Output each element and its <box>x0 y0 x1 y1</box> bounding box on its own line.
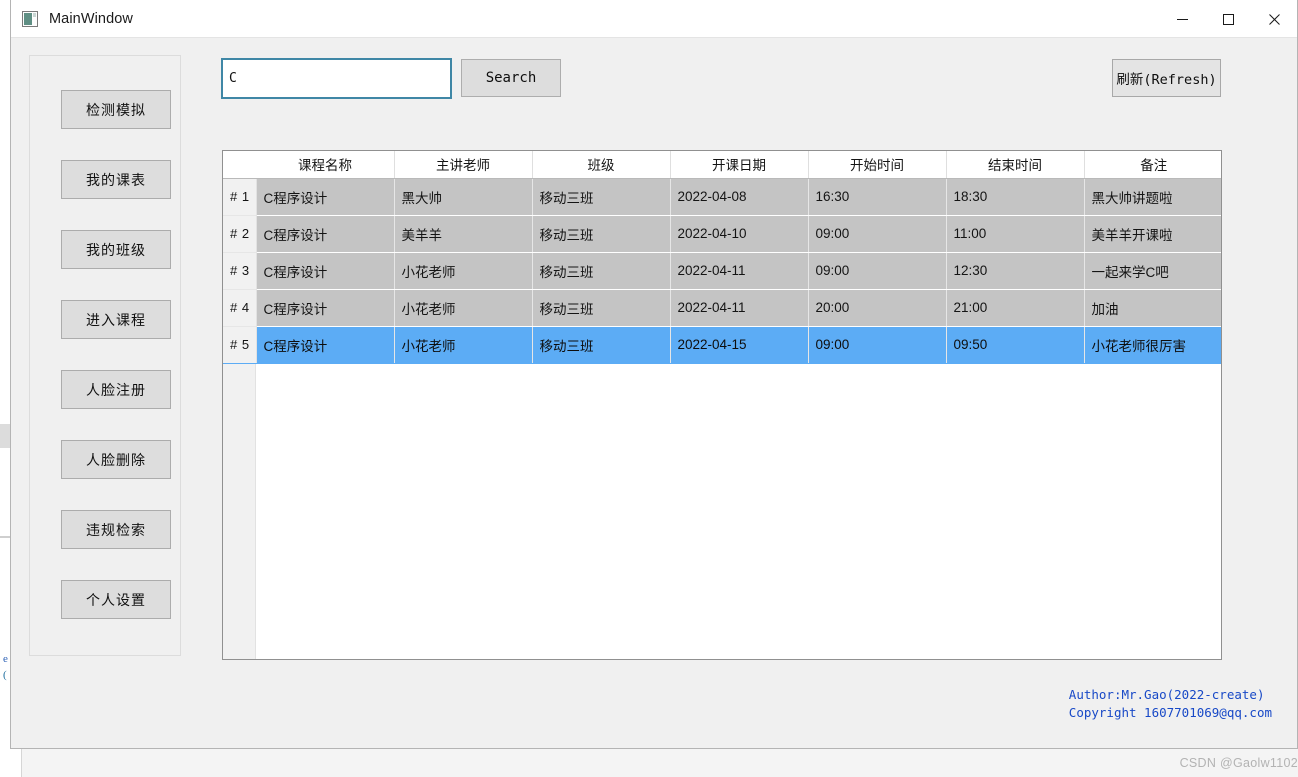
cell-start-time[interactable]: 09:00 <box>808 252 946 289</box>
cell-course-name[interactable]: C程序设计 <box>256 326 394 363</box>
column-header-teacher[interactable]: 主讲老师 <box>394 151 532 178</box>
row-index[interactable]: # 2 <box>223 215 256 252</box>
cell-start-date[interactable]: 2022-04-11 <box>670 252 808 289</box>
cell-course-name[interactable]: C程序设计 <box>256 215 394 252</box>
cell-start-date[interactable]: 2022-04-08 <box>670 178 808 215</box>
minimize-icon <box>1176 13 1189 26</box>
cell-course-name[interactable]: C程序设计 <box>256 178 394 215</box>
row-index[interactable]: # 5 <box>223 326 256 363</box>
cell-teacher[interactable]: 小花老师 <box>394 326 532 363</box>
cell-course-name[interactable]: C程序设计 <box>256 252 394 289</box>
course-table-grid: 课程名称 主讲老师 班级 开课日期 开始时间 结束时间 备注 # 1C程序设计黑… <box>223 151 1222 364</box>
sidebar-item-violation-search[interactable]: 违规检索 <box>61 510 171 549</box>
cell-course-name[interactable]: C程序设计 <box>256 289 394 326</box>
window-title: MainWindow <box>49 11 133 27</box>
table-body: # 1C程序设计黑大帅移动三班2022-04-0816:3018:30黑大帅讲题… <box>223 178 1222 363</box>
row-index[interactable]: # 3 <box>223 252 256 289</box>
desktop-background: e ( MainWindow <box>0 0 1298 777</box>
table-header: 课程名称 主讲老师 班级 开课日期 开始时间 结束时间 备注 <box>223 151 1222 178</box>
cell-start-time[interactable]: 20:00 <box>808 289 946 326</box>
course-table[interactable]: 课程名称 主讲老师 班级 开课日期 开始时间 结束时间 备注 # 1C程序设计黑… <box>222 150 1222 660</box>
author-line: Author:Mr.Gao(2022-create) <box>1069 686 1272 704</box>
sidebar-item-enter-course[interactable]: 进入课程 <box>61 300 171 339</box>
cell-class[interactable]: 移动三班 <box>532 252 670 289</box>
cell-class[interactable]: 移动三班 <box>532 215 670 252</box>
column-header-start-time[interactable]: 开始时间 <box>808 151 946 178</box>
maximize-button[interactable] <box>1205 0 1251 38</box>
main-window: MainWindow <box>10 0 1298 749</box>
cell-teacher[interactable]: 黑大帅 <box>394 178 532 215</box>
cell-teacher[interactable]: 美羊羊 <box>394 215 532 252</box>
close-icon <box>1268 13 1281 26</box>
table-row[interactable]: # 5C程序设计小花老师移动三班2022-04-1509:0009:50小花老师… <box>223 326 1222 363</box>
cell-remark[interactable]: 美羊羊开课啦 <box>1084 215 1222 252</box>
window-content: 检测模拟 我的课表 我的班级 进入课程 人脸注册 人脸删除 违规检索 个人设置 … <box>11 38 1297 748</box>
cell-start-date[interactable]: 2022-04-11 <box>670 289 808 326</box>
cell-remark[interactable]: 黑大帅讲题啦 <box>1084 178 1222 215</box>
cell-end-time[interactable]: 09:50 <box>946 326 1084 363</box>
sidebar-item-personal-settings[interactable]: 个人设置 <box>61 580 171 619</box>
cell-teacher[interactable]: 小花老师 <box>394 289 532 326</box>
cell-class[interactable]: 移动三班 <box>532 178 670 215</box>
cell-end-time[interactable]: 12:30 <box>946 252 1084 289</box>
table-row[interactable]: # 1C程序设计黑大帅移动三班2022-04-0816:3018:30黑大帅讲题… <box>223 178 1222 215</box>
sidebar-item-my-class[interactable]: 我的班级 <box>61 230 171 269</box>
cell-remark[interactable]: 加油 <box>1084 289 1222 326</box>
cell-start-date[interactable]: 2022-04-10 <box>670 215 808 252</box>
cell-remark[interactable]: 一起来学C吧 <box>1084 252 1222 289</box>
search-button[interactable]: Search <box>461 59 561 97</box>
sidebar-panel: 检测模拟 我的课表 我的班级 进入课程 人脸注册 人脸删除 违规检索 个人设置 <box>29 55 181 656</box>
window-titlebar: MainWindow <box>11 0 1297 38</box>
window-controls <box>1159 0 1297 38</box>
cell-class[interactable]: 移动三班 <box>532 326 670 363</box>
minimize-button[interactable] <box>1159 0 1205 38</box>
refresh-button[interactable]: 刷新(Refresh) <box>1112 59 1221 97</box>
row-index[interactable]: # 4 <box>223 289 256 326</box>
app-icon <box>22 11 38 27</box>
column-header-course-name[interactable]: 课程名称 <box>256 151 394 178</box>
cell-start-date[interactable]: 2022-04-15 <box>670 326 808 363</box>
sidebar-item-face-delete[interactable]: 人脸删除 <box>61 440 171 479</box>
table-row[interactable]: # 3C程序设计小花老师移动三班2022-04-1109:0012:30一起来学… <box>223 252 1222 289</box>
cell-start-time[interactable]: 16:30 <box>808 178 946 215</box>
close-button[interactable] <box>1251 0 1297 38</box>
sidebar-item-detect-simulation[interactable]: 检测模拟 <box>61 90 171 129</box>
column-header-index[interactable] <box>223 151 256 178</box>
cell-teacher[interactable]: 小花老师 <box>394 252 532 289</box>
column-header-class[interactable]: 班级 <box>532 151 670 178</box>
watermark: CSDN @Gaolw1102 <box>1180 756 1298 770</box>
cell-start-time[interactable]: 09:00 <box>808 326 946 363</box>
cell-remark[interactable]: 小花老师很厉害 <box>1084 326 1222 363</box>
search-input[interactable] <box>221 58 452 99</box>
cell-end-time[interactable]: 18:30 <box>946 178 1084 215</box>
column-header-remark[interactable]: 备注 <box>1084 151 1222 178</box>
table-row[interactable]: # 4C程序设计小花老师移动三班2022-04-1120:0021:00加油 <box>223 289 1222 326</box>
cell-end-time[interactable]: 21:00 <box>946 289 1084 326</box>
column-header-start-date[interactable]: 开课日期 <box>670 151 808 178</box>
cell-class[interactable]: 移动三班 <box>532 289 670 326</box>
table-header-row: 课程名称 主讲老师 班级 开课日期 开始时间 结束时间 备注 <box>223 151 1222 178</box>
column-header-end-time[interactable]: 结束时间 <box>946 151 1084 178</box>
copyright-line: Copyright 1607701069@qq.com <box>1069 704 1272 722</box>
cell-end-time[interactable]: 11:00 <box>946 215 1084 252</box>
sidebar-item-my-schedule[interactable]: 我的课表 <box>61 160 171 199</box>
sidebar-item-face-register[interactable]: 人脸注册 <box>61 370 171 409</box>
row-index[interactable]: # 1 <box>223 178 256 215</box>
table-row[interactable]: # 2C程序设计美羊羊移动三班2022-04-1009:0011:00美羊羊开课… <box>223 215 1222 252</box>
footer-credit: Author:Mr.Gao(2022-create) Copyright 160… <box>1069 686 1272 722</box>
cell-start-time[interactable]: 09:00 <box>808 215 946 252</box>
maximize-icon <box>1222 13 1235 26</box>
